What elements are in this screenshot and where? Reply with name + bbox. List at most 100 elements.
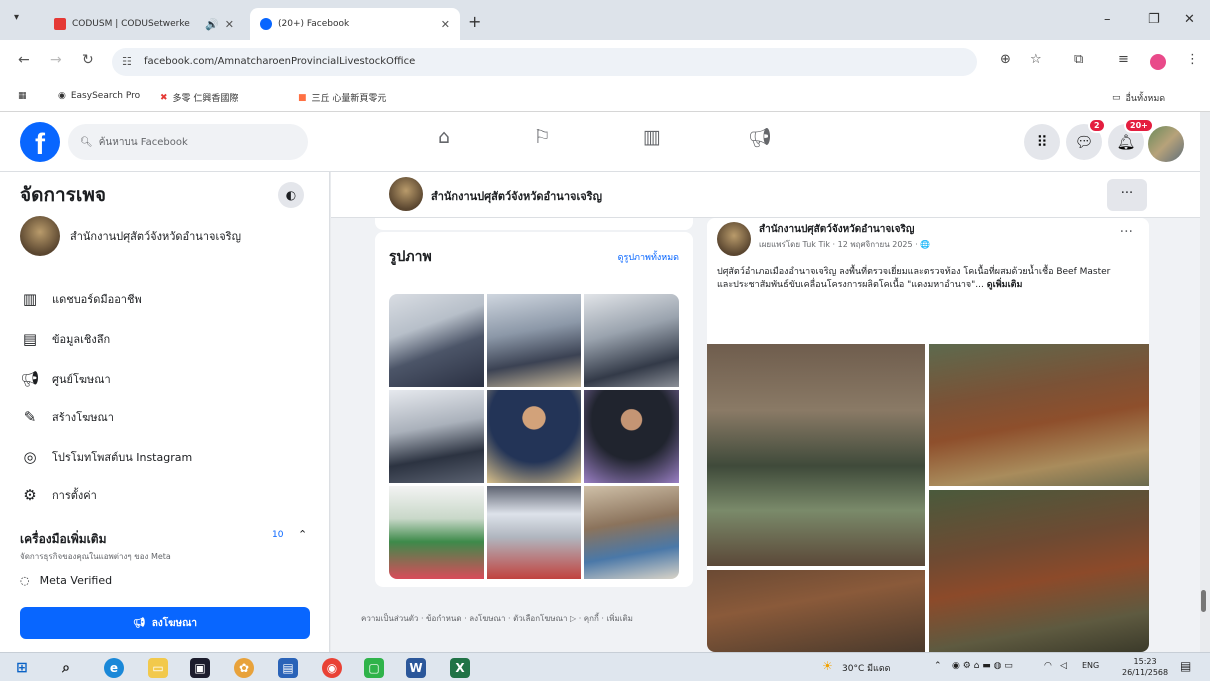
url-text: facebook.com/AmnatcharoenProvincialLives… [144, 56, 416, 67]
browser-tab-bar: ▾ CODUSM | CODUSetwerke 🔊 ✕ (20+) Facebo… [0, 0, 1210, 40]
apps-grid-icon[interactable]: ▦ [18, 91, 27, 101]
home-icon[interactable]: ⌂ [412, 126, 476, 148]
bookmark-star-icon[interactable]: ☆ [1030, 52, 1042, 67]
file-explorer-icon[interactable]: ▭ [148, 658, 168, 678]
photo-thumbnail[interactable] [389, 486, 484, 579]
close-window-icon[interactable]: ✕ [1184, 12, 1195, 27]
photo-thumbnail[interactable] [486, 390, 582, 483]
tab-codusm[interactable]: CODUSM | CODUSetwerke 🔊 ✕ [44, 8, 244, 40]
browser-menu-icon[interactable]: ⋮ [1186, 52, 1199, 67]
megaphone-icon[interactable]: 📢︎ [728, 126, 792, 149]
bookmark-easysearch[interactable]: ◉ EasySearch Pro [58, 91, 140, 101]
photo-thumbnail[interactable] [389, 294, 484, 387]
post-photo[interactable] [929, 344, 1149, 486]
photo-thumbnail[interactable] [584, 390, 679, 483]
tray-overflow-icon[interactable]: ⌃ [934, 661, 942, 671]
app-icon[interactable]: ▤ [278, 658, 298, 678]
url-field[interactable]: ☷ facebook.com/AmnatcharoenProvincialLiv… [112, 48, 977, 76]
weather-text[interactable]: 30°C มีแดด [842, 661, 891, 675]
see-all-photos-link[interactable]: ดูรูปภาพทั้งหมด [618, 250, 679, 264]
back-icon[interactable]: ← [18, 52, 30, 68]
reload-icon[interactable]: ↻ [82, 52, 94, 68]
ads-manager-icon[interactable]: ▥ [620, 126, 684, 148]
maximize-icon[interactable]: ❐ [1148, 12, 1160, 27]
post-author[interactable]: สำนักงานปศุสัตว์จังหวัดอำนาจเจริญ [759, 222, 914, 237]
store-icon[interactable]: ▣ [190, 658, 210, 678]
facebook-search[interactable]: 🔍︎ ค้นหาบน Facebook [68, 124, 308, 160]
sidebar-item-label: สร้างโฆษณา [52, 411, 114, 424]
switch-profile-icon[interactable]: ◐ [278, 182, 304, 208]
line-icon[interactable]: ▢ [364, 658, 384, 678]
bookmark-2[interactable]: ✖ 多零 仁興香國際 [160, 91, 238, 105]
codusm-favicon-icon [54, 18, 66, 30]
tab-facebook[interactable]: (20+) Facebook ✕ [250, 8, 460, 40]
reading-list-icon[interactable]: ≡ [1118, 52, 1129, 67]
extensions-icon[interactable]: ⧉ [1074, 52, 1083, 67]
sidebar-page-profile[interactable]: สำนักงานปศุสัตว์จังหวัดอำนาจเจริญ [20, 216, 241, 256]
more-options-button[interactable]: ··· [1107, 179, 1147, 211]
search-icon[interactable]: ⌕ [56, 658, 76, 678]
post-photo[interactable] [707, 344, 925, 566]
sidebar-item-ad-center[interactable]: 📢︎ ศูนย์โฆษณา [20, 370, 110, 388]
page-avatar[interactable] [389, 177, 423, 211]
photo-thumbnail[interactable] [486, 486, 582, 579]
all-bookmarks[interactable]: ▭ อื่นทั้งหมด [1112, 91, 1165, 105]
volume-icon[interactable]: ◁ [1060, 661, 1067, 671]
excel-icon[interactable]: X [450, 658, 470, 678]
minimize-icon[interactable]: – [1104, 12, 1111, 27]
post-options-icon[interactable]: ··· [1120, 224, 1133, 240]
tab-list-icon[interactable]: ▾ [14, 12, 19, 23]
flag-icon[interactable]: ⚐ [510, 126, 574, 148]
easysearch-icon: ◉ [58, 91, 66, 101]
messenger-badge: 2 [1088, 118, 1106, 133]
sidebar-item-insights[interactable]: ▤ ข้อมูลเชิงลึก [20, 330, 110, 348]
forward-icon[interactable]: → [50, 52, 62, 68]
close-tab-icon[interactable]: ✕ [441, 18, 450, 31]
weather-icon[interactable]: ☀ [822, 659, 833, 673]
post-author-avatar[interactable] [717, 222, 751, 256]
page-header-name[interactable]: สำนักงานปศุสัตว์จังหวัดอำนาจเจริญ [431, 187, 602, 205]
account-avatar[interactable] [1148, 126, 1184, 162]
sidebar-item-dashboard[interactable]: ▥ แดชบอร์ดมืออาชีพ [20, 290, 142, 308]
tray-icons[interactable]: ◉ ⚙ ⌂ ▬ ◍ ▭ [952, 661, 1013, 671]
tab-title: (20+) Facebook [278, 19, 350, 29]
close-tab-icon[interactable]: ✕ [225, 18, 234, 31]
footer-links[interactable]: ความเป็นส่วนตัว · ข้อกำหนด · ลงโฆษณา · ต… [361, 612, 691, 625]
sidebar-heading: จัดการเพจ [20, 184, 107, 206]
word-icon[interactable]: W [406, 658, 426, 678]
sidebar-item-settings[interactable]: ⚙ การตั้งค่า [20, 486, 97, 504]
speaker-icon[interactable]: 🔊 [205, 18, 219, 31]
page-main-content: สำนักงานปศุสัตว์จังหวัดอำนาจเจริญ ··· รู… [331, 172, 1200, 652]
site-info-icon[interactable]: ☷ [122, 48, 132, 76]
app-icon[interactable]: ✿ [234, 658, 254, 678]
language-indicator[interactable]: ENG [1082, 661, 1099, 670]
sidebar-item-instagram[interactable]: ◎ โปรโมทโพสต์บน Instagram [20, 448, 192, 466]
facebook-logo-icon[interactable]: f [20, 122, 60, 162]
see-more-link[interactable]: ดูเพิ่มเติม [987, 280, 1023, 290]
advertise-button[interactable]: 📢︎ ลงโฆษณา [20, 607, 310, 639]
edge-icon[interactable]: e [104, 658, 124, 678]
windows-start-icon[interactable]: ⊞ [12, 658, 32, 678]
photo-thumbnail[interactable] [584, 486, 679, 579]
wifi-icon[interactable]: ◠ [1044, 661, 1052, 671]
chrome-icon[interactable]: ◉ [322, 658, 342, 678]
post-photo[interactable] [929, 490, 1149, 652]
system-clock[interactable]: 15:23 26/11/2568 [1122, 656, 1168, 678]
bookmark-label: EasySearch Pro [70, 91, 141, 101]
new-tab-icon[interactable]: + [468, 12, 481, 31]
photo-thumbnail[interactable] [389, 390, 484, 483]
profile-icon[interactable] [1150, 54, 1166, 70]
search-icon: 🔍︎ [80, 136, 93, 148]
page-scrollbar[interactable] [1201, 590, 1206, 612]
bookmark-3[interactable]: ■ 三丘 心量新頁零元 [298, 91, 386, 105]
photo-thumbnail[interactable] [486, 294, 582, 387]
sidebar-item-meta-verified[interactable]: ◌ Meta Verified [20, 574, 112, 587]
translate-icon[interactable]: ⊕ [1000, 52, 1011, 67]
menu-grid-icon[interactable]: ⠿ [1024, 124, 1060, 160]
photo-thumbnail[interactable] [584, 294, 679, 387]
page-avatar [20, 216, 60, 256]
post-photo[interactable] [707, 570, 925, 652]
sidebar-item-create-ad[interactable]: ✎ สร้างโฆษณา [20, 408, 114, 426]
collapse-chevron-icon[interactable]: ⌃ [298, 528, 307, 541]
notification-center-icon[interactable]: ▤ [1180, 659, 1191, 673]
